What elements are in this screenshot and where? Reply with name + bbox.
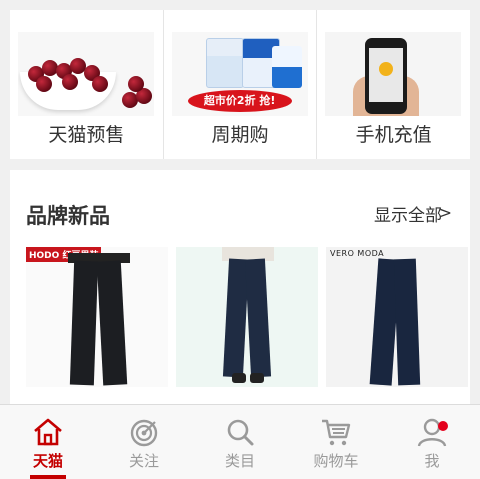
section-title: 品牌新品: [26, 204, 110, 228]
show-all-link[interactable]: 显示全部: [374, 201, 442, 226]
tab-cart[interactable]: 购物车: [288, 405, 384, 479]
quick-entry-label: 天猫预售: [48, 124, 125, 146]
tab-category[interactable]: 类目: [192, 405, 288, 479]
tab-follow[interactable]: 关注: [96, 405, 192, 479]
tab-label: 关注: [128, 452, 159, 470]
quick-entry-presale[interactable]: 天猫预售: [10, 10, 164, 159]
cart-icon: [322, 419, 351, 446]
tab-label: 天猫: [32, 452, 63, 470]
tab-home[interactable]: 天猫: [0, 405, 96, 479]
product-card[interactable]: VERO MODA: [326, 247, 468, 387]
cherries-image: [18, 32, 154, 116]
target-icon: [130, 419, 158, 447]
search-icon: [227, 419, 254, 446]
quick-entry-label: 周期购: [211, 124, 269, 146]
tab-label: 购物车: [313, 452, 359, 470]
product-list: HODO 红豆男装 VERO MODA: [26, 247, 468, 387]
quick-entry-subscription[interactable]: 超市价2折 抢! 周期购: [164, 10, 318, 159]
milk-cartons-image: 超市价2折 抢!: [171, 32, 308, 116]
notification-badge: [438, 421, 448, 431]
brand-logo: VERO MODA: [330, 249, 385, 258]
quick-entry-row: 天猫预售 超市价2折 抢! 周期购 手机充值: [10, 10, 470, 159]
home-icon: [34, 418, 62, 446]
bottom-tab-bar: 天猫 关注 类目 购物车 我: [0, 404, 480, 479]
brand-new-section: 品牌新品 显示全部 > HODO 红豆男装 VERO MODA: [10, 170, 470, 430]
quick-entry-label: 手机充值: [355, 124, 432, 146]
phone-image: [325, 32, 462, 116]
active-tab-indicator: [30, 475, 66, 479]
chevron-right-icon[interactable]: >: [439, 203, 452, 222]
tab-label: 我: [424, 452, 440, 470]
tab-label: 类目: [224, 452, 255, 470]
product-card[interactable]: [176, 247, 318, 387]
quick-entry-phone-topup[interactable]: 手机充值: [317, 10, 470, 159]
product-card[interactable]: HODO 红豆男装: [26, 247, 168, 387]
tab-me[interactable]: 我: [384, 405, 480, 479]
promo-banner: 超市价2折 抢!: [187, 90, 292, 112]
